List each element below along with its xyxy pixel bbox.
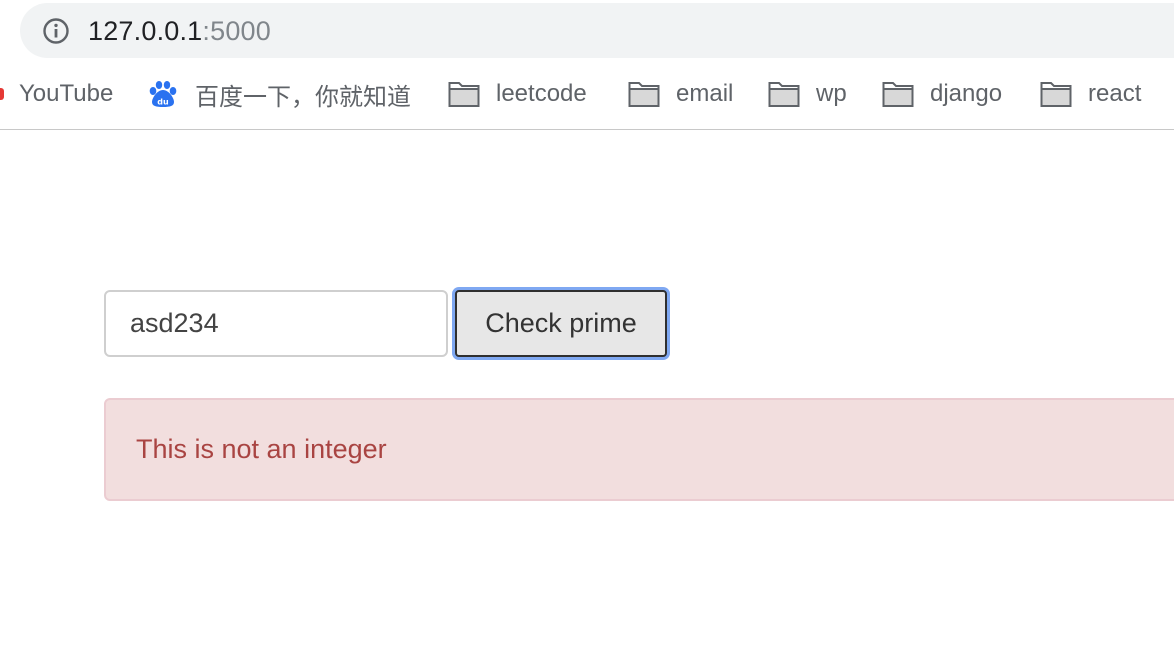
bookmark-label: wp: [816, 80, 847, 107]
folder-icon: [628, 82, 660, 107]
svg-text:du: du: [157, 98, 169, 107]
url-text[interactable]: 127.0.0.1:5000: [88, 15, 271, 47]
url-host: 127.0.0.1: [88, 16, 203, 46]
bookmark-label: email: [676, 80, 734, 107]
number-input[interactable]: [104, 290, 448, 357]
youtube-icon: [0, 88, 4, 100]
folder-icon: [768, 82, 800, 107]
bookmark-baidu[interactable]: du 百度一下，你就知道: [147, 72, 411, 116]
browser-toolbar: 127.0.0.1:5000 YouTube du 百度一下，你就知道 leet…: [0, 0, 1174, 130]
info-icon[interactable]: [42, 17, 70, 45]
bookmark-leetcode[interactable]: leetcode: [448, 72, 587, 116]
error-alert: This is not an integer: [104, 398, 1174, 501]
bookmark-youtube[interactable]: YouTube: [0, 72, 113, 116]
bookmarks-bar: YouTube du 百度一下，你就知道 leetcode email wp d…: [0, 72, 1174, 116]
check-prime-button[interactable]: Check prime: [455, 290, 667, 357]
bookmark-wp[interactable]: wp: [768, 72, 847, 116]
folder-icon: [882, 82, 914, 107]
folder-icon: [1040, 82, 1072, 107]
bookmark-email[interactable]: email: [628, 72, 733, 116]
error-message: This is not an integer: [136, 434, 387, 464]
url-port: :5000: [202, 16, 271, 46]
bookmark-label: YouTube: [19, 80, 114, 107]
bookmark-label: leetcode: [496, 80, 587, 107]
bookmark-label: django: [930, 80, 1003, 107]
baidu-paw-icon: du: [149, 81, 177, 107]
bookmark-django[interactable]: django: [882, 72, 1002, 116]
bookmark-label: 百度一下，你就知道: [195, 83, 411, 111]
bookmark-label: react: [1088, 80, 1142, 107]
address-bar[interactable]: 127.0.0.1:5000: [20, 3, 1174, 58]
bookmark-react[interactable]: react: [1040, 72, 1141, 116]
folder-icon: [448, 82, 480, 107]
